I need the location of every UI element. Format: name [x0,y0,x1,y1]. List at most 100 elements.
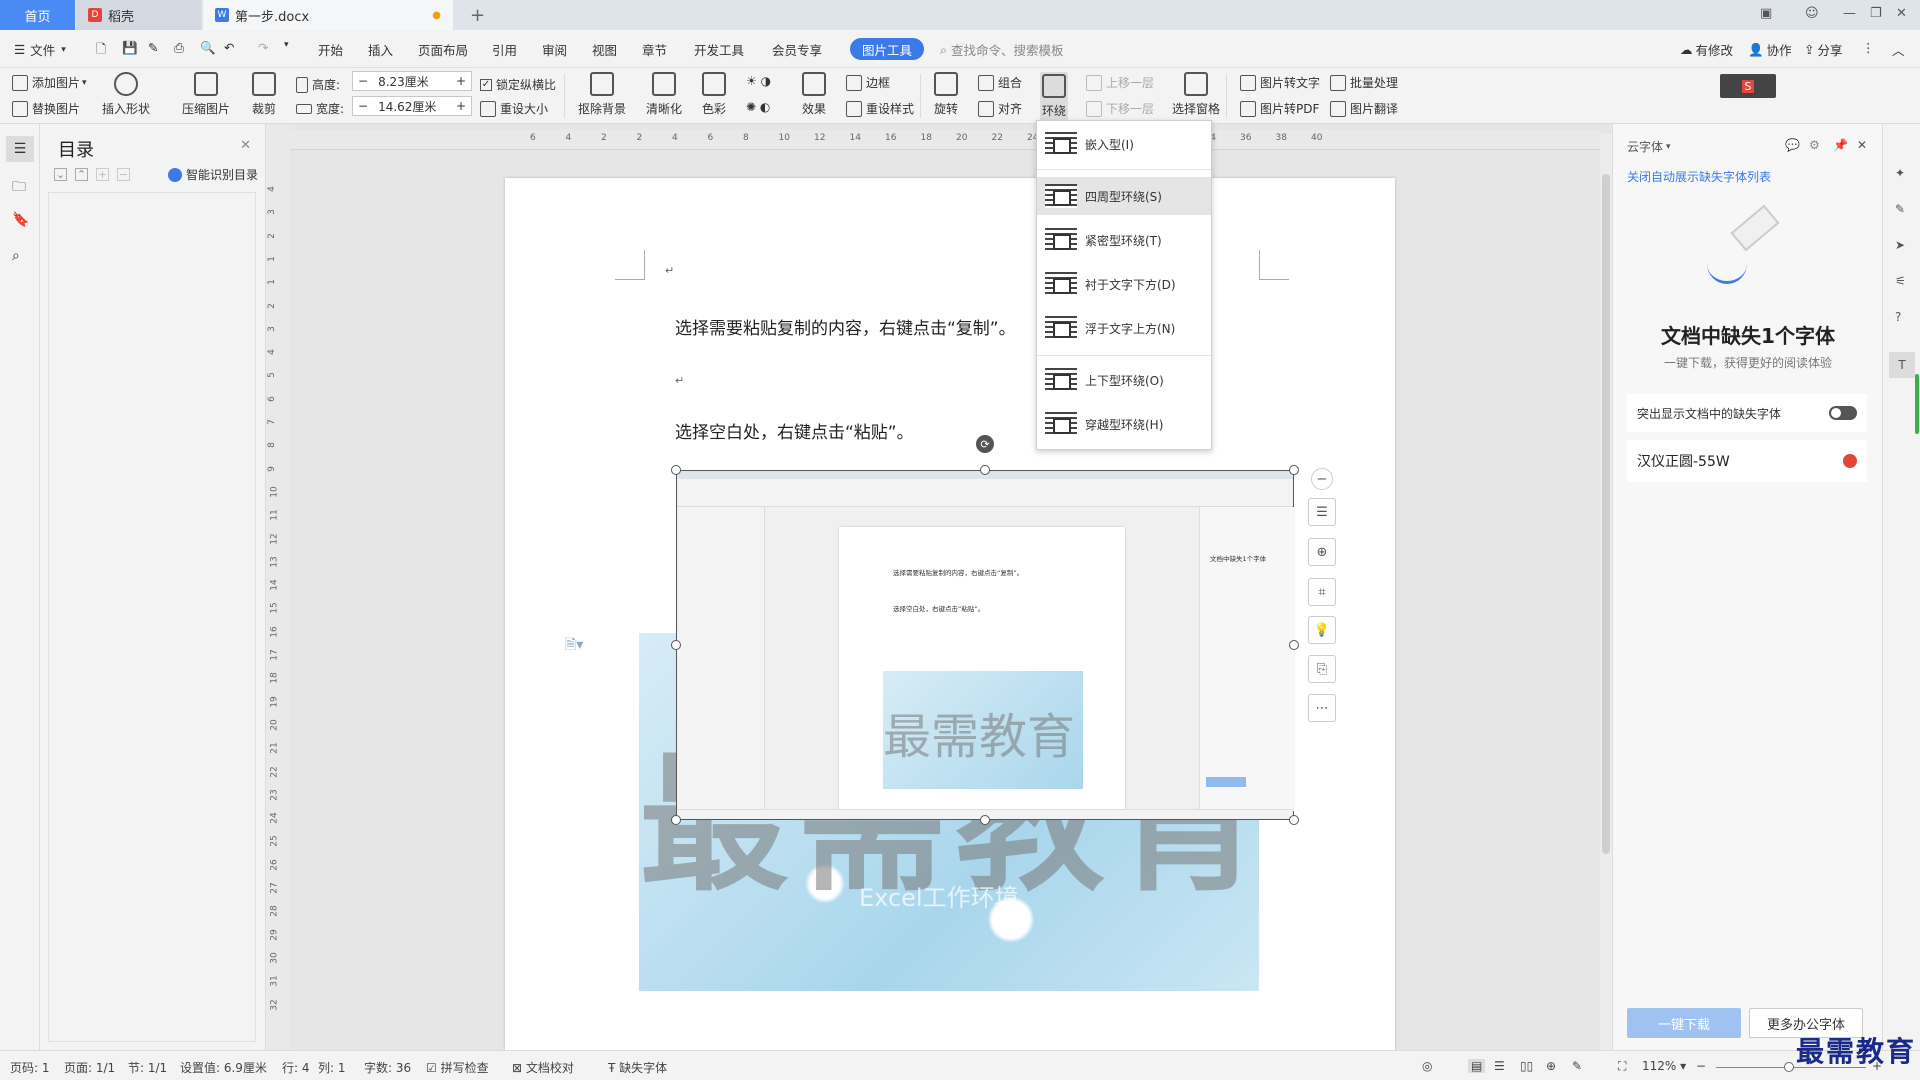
cloud-font-icon[interactable]: T [1889,352,1915,378]
zoom-out-icon[interactable]: − [1696,1059,1706,1073]
bring-forward-button[interactable]: 上移一层 [1086,74,1154,91]
redo-icon[interactable]: ↷ [258,40,268,55]
help-icon[interactable]: ? [1895,310,1901,324]
lock-ratio-checkbox[interactable]: ✓ 锁定纵横比 [480,76,556,93]
collapse-ribbon-icon[interactable]: ︿ [1892,40,1905,59]
chapter-nav-icon[interactable]: 🗀 [12,176,26,200]
wrap-square-item[interactable]: 四周型环绕(S) [1037,177,1211,215]
wrap-inline-item[interactable]: 嵌入型(I) [1037,125,1211,163]
scrollbar-thumb[interactable] [1602,174,1610,854]
menu-picture-tools[interactable]: 图片工具 [850,38,924,60]
has-changes-button[interactable]: ☁ 有修改 [1680,40,1733,59]
pic-to-text-button[interactable]: 图片转文字 [1240,74,1320,91]
collapse-float-icon[interactable]: − [1311,468,1333,490]
search-icon[interactable]: ⌕ [12,248,20,264]
rotate-button[interactable]: 旋转 [934,72,958,117]
fit-page-icon[interactable]: ⛶ [1618,1059,1626,1074]
tab-document[interactable]: W 第一步.docx ● [203,0,453,30]
compress-picture-button[interactable]: 压缩图片 [182,72,230,117]
width-plus-button[interactable]: + [451,99,471,113]
toc-list[interactable] [48,192,256,1042]
zoom-in-icon[interactable]: ⊕ [1308,538,1336,566]
close-auto-list-link[interactable]: 关闭自动展示缺失字体列表 [1627,168,1771,185]
proofread-button[interactable]: ⊠ 文档校对 [512,1059,574,1076]
pic-translate-button[interactable]: 图片翻译 [1330,100,1398,117]
menu-page-layout[interactable]: 页面布局 [418,40,468,59]
web-view-icon[interactable]: ⊕ [1546,1059,1556,1073]
outline-view-icon[interactable]: ☰ [1494,1059,1505,1073]
status-page-number[interactable]: 页码: 1 [10,1059,50,1076]
remove-level-icon[interactable]: − [117,168,130,181]
reset-size-button[interactable]: 重设大小 [480,100,548,117]
pen-icon[interactable]: ✎ [1895,202,1905,216]
tab-daoke[interactable]: D 稻壳 [76,0,201,30]
status-words[interactable]: 字数: 36 [364,1059,411,1076]
wrap-front-item[interactable]: 浮于文字上方(N) [1037,309,1211,347]
quick-access-dropdown-icon[interactable]: ▾ [284,40,289,50]
cloud-font-header[interactable]: 云字体 ▾ [1627,138,1671,155]
color-button[interactable]: 色彩 [702,72,726,117]
menu-member[interactable]: 会员专享 [772,40,822,59]
effect-button[interactable]: 效果 [802,72,826,117]
status-pages[interactable]: 页面: 1/1 [64,1059,115,1076]
rotate-handle-icon[interactable]: ⟳ [976,435,994,453]
vertical-scrollbar[interactable] [1600,134,1612,1050]
resize-handle-t[interactable] [980,465,990,475]
menu-developer[interactable]: 开发工具 [694,40,744,59]
menu-view[interactable]: 视图 [592,40,617,59]
wrap-behind-item[interactable]: 衬于文字下方(D) [1037,265,1211,303]
replace-picture-button[interactable]: 替换图片 [12,100,80,117]
height-value[interactable]: 8.23厘米 [373,73,451,90]
menu-references[interactable]: 引用 [492,40,517,59]
new-tab-button[interactable]: + [458,0,497,30]
page-view-icon[interactable]: ▤ [1468,1059,1486,1073]
lightbulb-icon[interactable]: 💡 [1308,616,1336,644]
selected-picture[interactable]: 选择需要粘贴复制的内容，右键点击“复制”。 选择空白处，右键点击“粘贴”。 最需… [676,470,1295,820]
pic-to-text-float-icon[interactable]: ⎘ [1308,655,1336,683]
resize-handle-tl[interactable] [671,465,681,475]
restore-icon[interactable]: ❐ [1870,6,1882,21]
user-avatar-icon[interactable]: ☺ [1805,6,1819,21]
zoom-slider-thumb[interactable] [1784,1062,1794,1072]
bookmark-icon[interactable]: 🔖 [12,212,29,228]
ime-toolbar-icon[interactable]: S [1720,74,1776,98]
border-button[interactable]: 边框 [846,74,890,91]
status-setting[interactable]: 设置值: 6.9厘米 [180,1059,267,1076]
undo-icon[interactable]: ↶ [224,40,234,55]
crop-button[interactable]: 裁剪 [252,72,276,117]
add-level-icon[interactable]: + [96,168,109,181]
height-stepper[interactable]: − 8.23厘米 + [352,71,472,91]
write-mode-icon[interactable]: ✎ [1572,1059,1582,1073]
status-row[interactable]: 行: 4 [282,1059,310,1076]
sliders-icon[interactable]: ⚟ [1895,274,1906,288]
menu-chapter[interactable]: 章节 [642,40,667,59]
crop-float-icon[interactable]: ⌗ [1308,578,1336,606]
toc-nav-icon[interactable]: ☰ [6,136,34,162]
menu-start[interactable]: 开始 [318,40,343,59]
status-col[interactable]: 列: 1 [318,1059,346,1076]
width-minus-button[interactable]: − [353,99,373,113]
format-painter-icon[interactable]: ✎ [148,40,158,55]
collapse-all-icon[interactable]: ⌃ [75,168,88,181]
brightness-icon[interactable]: ☀ ◑ [746,74,771,88]
menu-review[interactable]: 审阅 [542,40,567,59]
wrap-float-icon[interactable]: ☰ [1308,498,1336,526]
gear-icon[interactable]: ⚙ [1809,138,1820,152]
share-button[interactable]: ⇪ 分享 [1804,40,1843,59]
collab-button[interactable]: 👤 协作 [1748,40,1792,59]
new-doc-icon[interactable]: 🗋 [96,40,106,61]
zoom-level[interactable]: 112% ▾ [1642,1059,1686,1073]
layout-icon[interactable]: ▣ [1760,6,1772,21]
cursor-icon[interactable]: ➤ [1895,238,1905,252]
command-search[interactable]: ⌕ 查找命令、搜索模板 [940,40,1064,59]
wrap-through-item[interactable]: 穿越型环绕(H) [1037,405,1211,443]
contrast-icon[interactable]: ✺ ◐ [746,100,770,114]
expand-all-icon[interactable]: ⌄ [54,168,67,181]
close-icon[interactable]: ✕ [1857,138,1867,152]
insert-shape-button[interactable]: 插入形状 [102,72,150,117]
doc-line-1[interactable]: 选择需要粘贴复制的内容，右键点击“复制”。 [675,314,1016,339]
close-window-icon[interactable]: ✕ [1896,6,1907,21]
wrap-tight-item[interactable]: 紧密型环绕(T) [1037,221,1211,259]
file-menu[interactable]: ☰ 文件 ▾ [14,40,66,59]
minimize-icon[interactable]: — [1843,6,1856,21]
